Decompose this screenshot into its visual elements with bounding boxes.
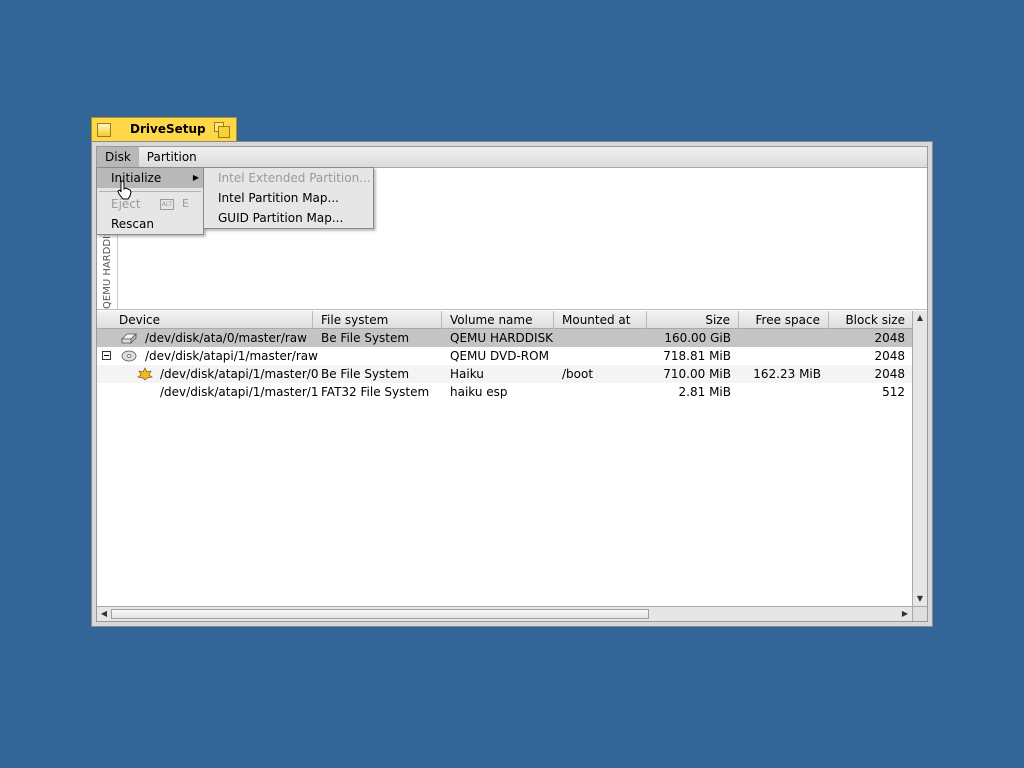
block-size: 2048 [874,349,905,363]
window-title: DriveSetup [130,122,206,136]
horizontal-scroll-thumb[interactable] [111,609,649,619]
size: 710.00 MiB [663,367,731,381]
volume-name: QEMU DVD-ROM [450,349,549,363]
free-space: 162.23 MiB [753,367,821,381]
alt-key-icon: ALT [159,198,175,210]
menu-item-label: Rescan [111,217,154,231]
mounted-at: /boot [562,367,594,381]
column-size[interactable]: Size [647,311,739,329]
column-device[interactable]: Device [97,311,313,329]
column-volume-name[interactable]: Volume name [442,311,554,329]
free-space [739,383,821,401]
cdrom-icon [121,350,137,362]
device-path: /dev/disk/ata/0/master/raw [145,331,307,345]
volume-name: haiku esp [450,385,508,399]
volume-name: QEMU HARDDISK [450,331,554,345]
menu-item-eject[interactable]: Eject ALT E [97,194,203,214]
free-space [739,347,821,365]
shortcut-label: ALT E [159,194,189,214]
block-size: 2048 [874,367,905,381]
haiku-leaf-icon [137,367,153,381]
shortcut-key: E [182,197,189,210]
file-system: Be File System [321,331,410,345]
table-row[interactable]: /dev/disk/ata/0/master/raw Be File Syste… [97,329,912,347]
menu-item-rescan[interactable]: Rescan [97,214,203,234]
disk-menu: Initialize ▶ Eject ALT E Rescan [96,167,204,235]
file-system: Be File System [321,367,410,381]
menu-item-initialize[interactable]: Initialize ▶ [97,168,203,188]
volume-name: Haiku [450,367,484,381]
scroll-left-arrow-icon[interactable]: ◀ [97,607,111,621]
table-row[interactable]: /dev/disk/atapi/1/master/raw QEMU DVD-RO… [97,347,912,365]
vertical-scrollbar[interactable]: ▲ ▼ [912,311,927,606]
menu-disk[interactable]: Disk [97,146,139,168]
scroll-right-arrow-icon[interactable]: ▶ [898,607,912,621]
file-system: FAT32 File System [321,385,430,399]
menu-partition[interactable]: Partition [139,147,205,168]
scroll-down-arrow-icon[interactable]: ▼ [913,592,927,606]
menu-bar: Disk Partition [97,146,927,168]
list-rows: /dev/disk/ata/0/master/raw Be File Syste… [97,329,912,401]
device-list[interactable]: Device File system Volume name Mounted a… [97,311,912,606]
window-tab[interactable]: DriveSetup [91,117,237,141]
column-block-size[interactable]: Block size [829,311,912,329]
close-box-icon[interactable] [97,123,111,137]
menu-item-intel-extended-partition[interactable]: Intel Extended Partition... [204,168,373,188]
hand-cursor-icon [117,180,132,200]
size: 160.00 GiB [664,331,731,345]
table-row[interactable]: /dev/disk/atapi/1/master/1 FAT32 File Sy… [97,383,912,401]
free-space [739,329,821,347]
device-path: /dev/disk/atapi/1/master/0 [160,367,319,381]
block-size: 512 [882,385,905,399]
column-mounted-at[interactable]: Mounted at [554,311,647,329]
size: 718.81 MiB [663,349,731,363]
zoom-box-icon[interactable] [214,122,230,138]
horizontal-scrollbar[interactable]: ◀ ▶ [97,606,912,621]
device-path: /dev/disk/atapi/1/master/1 [160,385,319,399]
column-file-system[interactable]: File system [313,311,442,329]
list-header: Device File system Volume name Mounted a… [97,311,912,329]
menu-item-guid-partition-map[interactable]: GUID Partition Map... [204,208,373,228]
size: 2.81 MiB [678,385,731,399]
device-path: /dev/disk/atapi/1/master/raw [145,349,318,363]
harddisk-icon [121,333,137,344]
initialize-submenu: Intel Extended Partition... Intel Partit… [203,167,374,229]
menu-item-intel-partition-map[interactable]: Intel Partition Map... [204,188,373,208]
scroll-up-arrow-icon[interactable]: ▲ [913,311,927,325]
block-size: 2048 [874,331,905,345]
table-row[interactable]: /dev/disk/atapi/1/master/0 Be File Syste… [97,365,912,383]
submenu-arrow-icon: ▶ [192,173,199,182]
column-free-space[interactable]: Free space [739,311,829,329]
resize-corner[interactable] [912,606,927,621]
collapse-toggle-icon[interactable] [102,351,111,360]
